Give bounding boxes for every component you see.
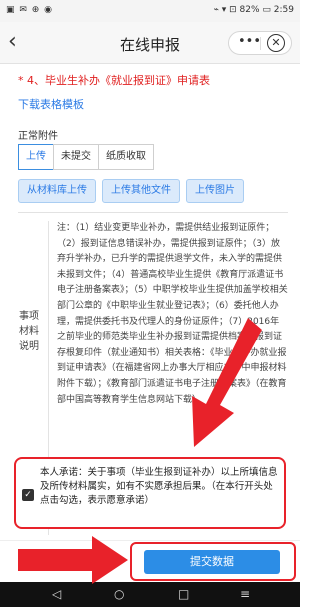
upload-button-row: 从材料库上传 上传其他文件 上传图片: [18, 179, 244, 203]
system-nav-bar: ◁ ○ □ ≡: [0, 582, 300, 607]
tab-upload[interactable]: 上传: [18, 144, 54, 170]
upload-other-file-button[interactable]: 上传其他文件: [102, 179, 180, 203]
divider: [18, 212, 288, 213]
mini-program-capsule: ••• ✕: [228, 31, 292, 55]
recent-apps-icon[interactable]: □: [178, 587, 189, 601]
home-circle-icon[interactable]: ○: [114, 587, 124, 601]
menu-icon[interactable]: ≡: [240, 587, 250, 601]
attachment-status-tabs: 上传 未提交 纸质收取: [18, 144, 154, 170]
submit-bar: 提交数据: [0, 540, 300, 582]
attachment-label: 正常附件: [18, 131, 58, 142]
upload-from-library-button[interactable]: 从材料库上传: [18, 179, 96, 203]
submit-highlight-frame: 提交数据: [130, 542, 296, 581]
status-icons-left: ▣ ✉ ⊕ ◉: [6, 5, 54, 15]
capsule-divider: [260, 37, 261, 50]
nav-bar: ‹ 在线申报 ••• ✕: [0, 22, 300, 64]
consent-panel: ✓ 本人承诺：关于事项（毕业生报到证补办）以上所填信息及所传材料属实，如有不实愿…: [14, 457, 286, 529]
back-triangle-icon[interactable]: ◁: [52, 587, 61, 601]
close-icon[interactable]: ✕: [267, 34, 285, 52]
notes-label: 事项材料说明: [19, 311, 39, 352]
tab-not-submitted[interactable]: 未提交: [53, 144, 99, 170]
consent-text: 本人承诺：关于事项（毕业生报到证补办）以上所填信息及所传材料属实，如有不实愿承担…: [40, 467, 278, 506]
upload-image-button[interactable]: 上传图片: [186, 179, 244, 203]
submit-button[interactable]: 提交数据: [144, 550, 280, 574]
consent-checkbox[interactable]: ✓: [22, 489, 34, 501]
section-title: * 4、毕业生补办《就业报到证》申请表: [18, 74, 210, 87]
more-icon[interactable]: •••: [238, 34, 261, 49]
download-template-link[interactable]: 下载表格模板: [18, 96, 84, 112]
status-icons-right: ⌁ ▾ ⊡ 82% ▭ 2:59: [213, 5, 295, 15]
status-bar: ▣ ✉ ⊕ ◉ ⌁ ▾ ⊡ 82% ▭ 2:59: [0, 0, 300, 22]
tab-paper-collection[interactable]: 纸质收取: [98, 144, 154, 170]
